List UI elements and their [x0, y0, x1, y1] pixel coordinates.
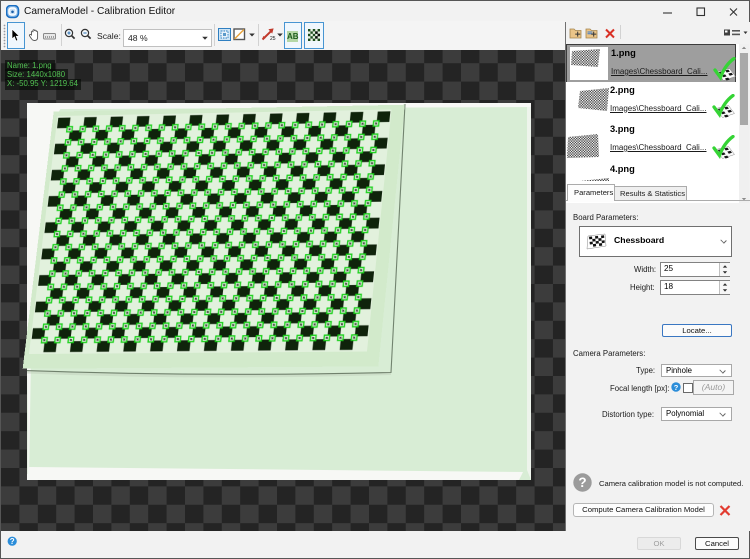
svg-text:?: ? — [674, 383, 679, 392]
svg-text:?: ? — [10, 537, 15, 546]
svg-text:25: 25 — [270, 36, 276, 41]
svg-text:?: ? — [578, 475, 586, 490]
